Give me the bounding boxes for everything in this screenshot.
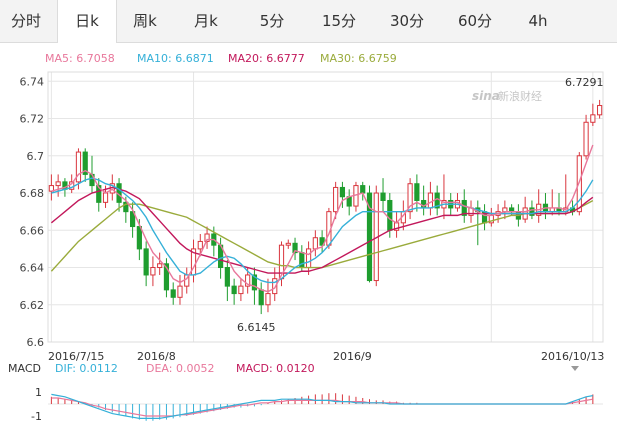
- macd-value-label: MACD: 0.0120: [236, 362, 315, 375]
- candle-body: [583, 121, 589, 157]
- candle-body: [387, 199, 393, 231]
- watermark-text: 新浪财经: [498, 89, 542, 103]
- y-tick-label: 6.64: [20, 262, 45, 275]
- candle-body: [312, 237, 318, 250]
- y-tick-label: 6.72: [20, 113, 45, 126]
- candle-body: [380, 192, 386, 201]
- low-annotation: 6.6145: [237, 321, 276, 334]
- macd-dif-label: DIF: 0.0112: [55, 362, 118, 375]
- candle-body: [414, 183, 420, 201]
- y-tick-label: 6.66: [20, 224, 45, 237]
- candle-body: [590, 114, 596, 123]
- candle-body: [157, 263, 163, 269]
- candle-body: [136, 226, 142, 250]
- macd-legend: MACD DIF: 0.0112 DEA: 0.0052 MACD: 0.012…: [0, 362, 617, 378]
- candle-body: [143, 248, 149, 276]
- candle-body: [231, 285, 237, 295]
- candle-body: [427, 192, 434, 209]
- candle-body: [339, 186, 346, 198]
- candle-body: [333, 186, 339, 213]
- candle-body: [258, 289, 264, 306]
- candle-body: [197, 240, 203, 250]
- candle-body: [305, 248, 312, 269]
- y-tick-label: 6.7: [27, 150, 45, 163]
- y-tick-label: 6.6: [27, 336, 45, 349]
- candle-body: [285, 242, 291, 246]
- candle-body: [55, 181, 61, 187]
- candle-body: [102, 192, 109, 203]
- macd-dea-label: DEA: 0.0052: [146, 362, 215, 375]
- candle-body: [529, 207, 535, 216]
- candle-body: [150, 267, 156, 276]
- candle-body: [265, 293, 271, 306]
- macd-y-tick-label: 1: [35, 386, 42, 399]
- candle-body: [360, 185, 366, 194]
- candle-body: [238, 285, 244, 295]
- high-annotation: 6.7291: [565, 76, 604, 89]
- candle-body: [170, 289, 176, 298]
- candle-body: [177, 285, 183, 298]
- y-tick-label: 6.62: [20, 299, 45, 312]
- candle-body: [224, 267, 230, 287]
- macd-title: MACD: [8, 362, 41, 375]
- sina-logo: sina: [472, 89, 500, 103]
- candle-body: [597, 105, 603, 116]
- macd-y-tick-label: -1: [31, 410, 42, 423]
- y-tick-label: 6.68: [20, 187, 45, 200]
- y-tick-label: 6.74: [20, 75, 45, 88]
